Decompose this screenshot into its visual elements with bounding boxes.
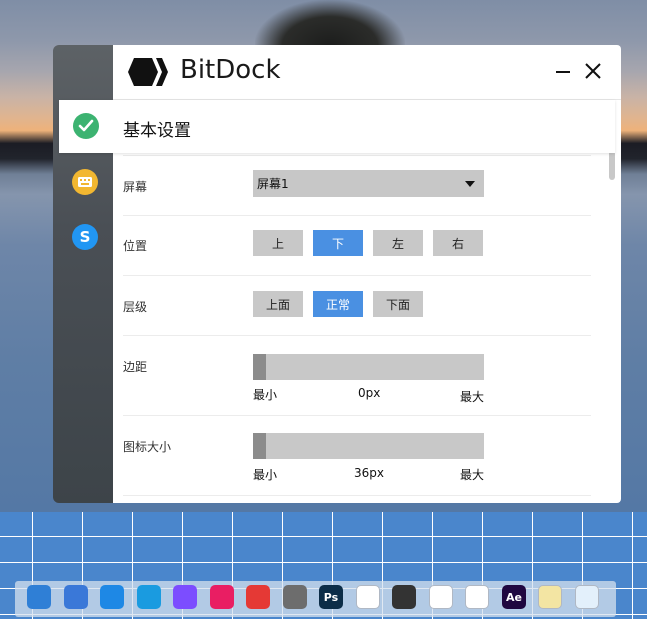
layer-option-0[interactable]: 上面 [253,291,303,317]
memo-app-icon[interactable] [538,585,562,609]
margin-value-label: 0px [358,386,381,400]
settings-gear-icon[interactable] [100,585,124,609]
icon-size-min-label: 最小 [253,468,278,482]
crop-tool-icon[interactable] [210,585,234,609]
notes-app-icon[interactable] [283,585,307,609]
divider [123,155,591,156]
check-icon [73,113,99,139]
feedback-app-icon[interactable] [173,585,197,609]
icon-size-value-label: 36px [354,466,384,480]
margin-label: 边距 [123,360,148,374]
layer-label: 层级 [123,300,148,314]
position-option-2[interactable]: 左 [373,230,423,256]
tab-basic-settings-label: 基本设置 [123,121,191,141]
divider [123,275,591,276]
divider [123,495,591,496]
opera-icon[interactable] [465,585,489,609]
margin-min-label: 最小 [253,388,278,402]
margin-max-label: 最大 [460,390,485,404]
windows-app-icon[interactable] [392,585,416,609]
launchpad-icon[interactable] [64,585,88,609]
icon-size-slider[interactable] [253,433,484,459]
screen-recorder-icon[interactable] [246,585,270,609]
margin-slider[interactable] [253,354,484,380]
screen-label: 屏幕 [123,180,148,194]
skin-settings-icon[interactable]: S [72,224,98,250]
chrome-icon[interactable] [429,585,453,609]
baidu-netdisk-icon[interactable] [356,585,380,609]
position-option-3[interactable]: 右 [433,230,483,256]
app-title: BitDock [180,55,281,85]
icon-size-slider-handle[interactable] [253,433,266,459]
photoshop-icon[interactable]: Ps [319,585,343,609]
icon-size-max-label: 最大 [460,468,485,482]
wallpaper-tree [255,0,405,46]
position-label: 位置 [123,239,148,253]
tab-basic-settings[interactable]: 基本设置 [59,100,615,153]
divider [123,335,591,336]
minimize-button[interactable] [551,59,575,83]
after-effects-icon[interactable]: Ae [502,585,526,609]
dropdown-arrow-icon [465,181,475,187]
layer-option-2[interactable]: 下面 [373,291,423,317]
close-button[interactable] [581,59,605,83]
margin-slider-handle[interactable] [253,354,266,380]
recycle-bin-icon[interactable] [575,585,599,609]
minimize-icon [556,71,570,73]
icon-size-label: 图标大小 [123,440,172,454]
divider [123,415,591,416]
position-option-0[interactable]: 上 [253,230,303,256]
keyboard-settings-icon[interactable] [72,169,98,195]
bitdock-logo-icon [128,58,168,86]
screen-select[interactable]: 屏幕1 [253,170,484,197]
search-app-icon[interactable] [137,585,161,609]
screen-select-value: 屏幕1 [257,177,289,191]
finder-like-icon[interactable] [27,585,51,609]
layer-option-1[interactable]: 正常 [313,291,363,317]
title-bar: BitDock [113,45,621,100]
position-option-1[interactable]: 下 [313,230,363,256]
close-icon [585,63,601,79]
divider [123,215,591,216]
